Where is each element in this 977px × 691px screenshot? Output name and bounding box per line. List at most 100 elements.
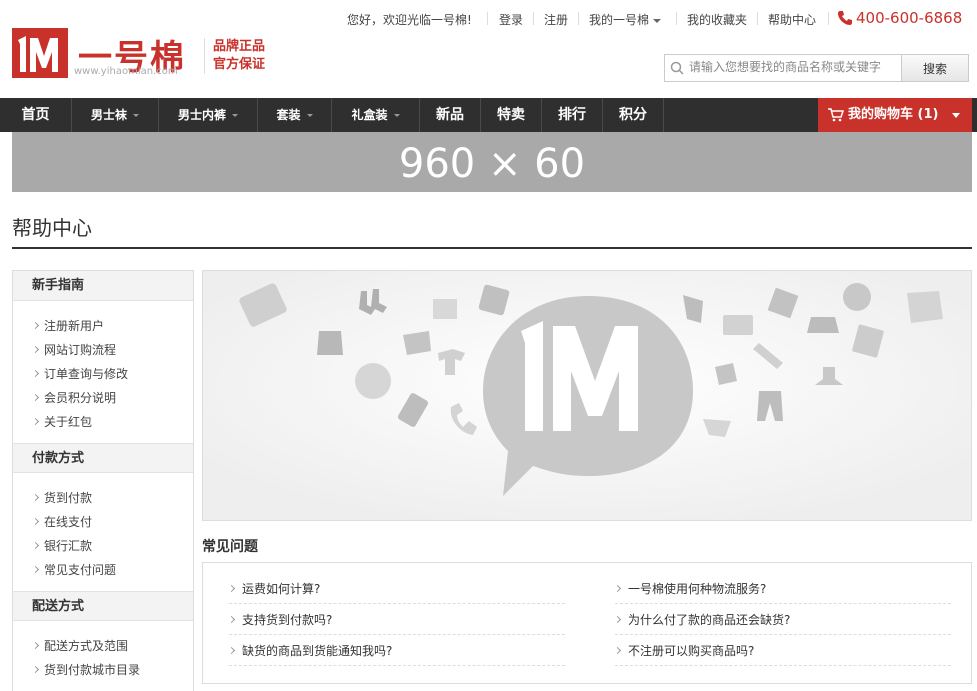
phone-icon: [838, 11, 852, 25]
sidebar-link[interactable]: 货到付款城市目录: [31, 661, 141, 678]
chevron-right-icon: [31, 393, 40, 402]
chevron-down-icon: [232, 114, 238, 117]
sidebar-link[interactable]: 常见支付问题: [31, 561, 117, 578]
nav-label: 男士袜: [90, 108, 127, 122]
sidebar-link[interactable]: 银行汇款: [31, 537, 93, 554]
search-bar: 搜索: [664, 54, 970, 82]
faq-item[interactable]: 不注册可以购买商品吗?: [613, 642, 754, 659]
search-button[interactable]: 搜索: [901, 54, 969, 82]
chevron-right-icon: [613, 646, 622, 655]
login-link[interactable]: 登录: [499, 11, 523, 28]
my-account-menu[interactable]: 我的一号棉: [589, 11, 662, 28]
chevron-right-icon: [613, 584, 622, 593]
sidebar-link-label: 银行汇款: [44, 539, 93, 553]
nav-new[interactable]: 新品: [420, 98, 481, 132]
nav-points[interactable]: 积分: [603, 98, 664, 132]
faq-item[interactable]: 为什么付了款的商品还会缺货?: [613, 611, 791, 628]
nav-mens-socks[interactable]: 男士袜: [72, 98, 159, 132]
sidebar-heading: 配送方式: [13, 591, 193, 621]
chevron-down-icon: [306, 114, 313, 117]
sidebar-link-label: 货到付款城市目录: [44, 663, 141, 677]
nav-label: 男士内裤: [177, 108, 226, 122]
nav-label: 特卖: [497, 107, 525, 123]
hero-graphic: [203, 271, 971, 520]
faq-item[interactable]: 缺货的商品到货能通知我吗?: [227, 642, 392, 659]
divider: [757, 12, 758, 25]
chevron-right-icon: [31, 321, 40, 330]
cart-icon: [828, 108, 844, 122]
chevron-down-icon: [133, 114, 139, 117]
sidebar-link[interactable]: 会员积分说明: [31, 389, 116, 406]
divider: [615, 665, 951, 666]
sidebar-link[interactable]: 关于红包: [31, 413, 93, 430]
slogan-line: 官方保证: [213, 57, 266, 72]
divider: [676, 12, 677, 25]
smiley-icon: [355, 363, 391, 399]
sidebar-link-label: 关于红包: [44, 415, 93, 429]
ad-banner-placeholder[interactable]: 960 × 60: [12, 132, 972, 192]
nav-ranking[interactable]: 排行: [542, 98, 603, 132]
nav-sets[interactable]: 套装: [258, 98, 332, 132]
sidebar-link[interactable]: 订单查询与修改: [31, 365, 129, 382]
help-sidebar: 新手指南 注册新用户 网站订购流程 订单查询与修改 会员积分说明 关于红包 付款…: [12, 270, 194, 691]
chevron-right-icon: [31, 541, 40, 550]
nav-home[interactable]: 首页: [0, 98, 72, 132]
sidebar-link-label: 在线支付: [44, 515, 93, 529]
chevron-right-icon: [227, 646, 236, 655]
chevron-right-icon: [31, 417, 40, 426]
divider: [229, 665, 565, 666]
delivery-truck-icon: [723, 315, 753, 335]
boxes-icon: [715, 363, 737, 385]
chevron-right-icon: [227, 615, 236, 624]
sidebar-link[interactable]: 配送方式及范围: [31, 637, 128, 654]
chevron-right-icon: [31, 641, 40, 650]
divider: [615, 603, 951, 604]
sidebar-link[interactable]: 注册新用户: [31, 317, 105, 334]
chevron-right-icon: [31, 565, 40, 574]
search-field[interactable]: [664, 54, 903, 82]
brand-url: www.yihaomian.com: [74, 66, 178, 77]
favorites-link[interactable]: 我的收藏夹: [687, 11, 747, 28]
cart-label: 我的购物车 (1): [848, 107, 939, 122]
page-title: 帮助中心: [12, 216, 92, 240]
slogan-line: 品牌正品: [213, 39, 266, 54]
register-link[interactable]: 注册: [544, 11, 568, 28]
cart-button[interactable]: 我的购物车 (1): [818, 98, 972, 132]
sidebar-link[interactable]: 网站订购流程: [31, 341, 116, 358]
divider: [578, 12, 579, 25]
main-nav: 首页 男士袜 男士内裤 套装 礼盒装 新品 特卖 排行 积分 我的购物车 (1): [0, 98, 977, 132]
chevron-right-icon: [31, 517, 40, 526]
divider: [615, 634, 951, 635]
sidebar-link-label: 货到付款: [44, 491, 93, 505]
faq-item[interactable]: 支持货到付款吗?: [227, 611, 332, 628]
nav-sale[interactable]: 特卖: [481, 98, 542, 132]
sidebar-link-label: 常见支付问题: [44, 563, 117, 577]
basket-icon: [403, 331, 431, 355]
faq-question: 为什么付了款的商品还会缺货?: [628, 613, 791, 627]
help-link[interactable]: 帮助中心: [768, 11, 816, 28]
faq-item[interactable]: 一号棉使用何种物流服务?: [613, 580, 766, 597]
info-icon: [843, 283, 871, 311]
sidebar-link[interactable]: 货到付款: [31, 489, 93, 506]
search-icon: [670, 61, 684, 75]
nav-gift-box[interactable]: 礼盒装: [332, 98, 420, 132]
sidebar-link[interactable]: 在线支付: [31, 513, 93, 530]
chevron-down-icon: [952, 113, 960, 118]
nav-label: 新品: [436, 107, 464, 123]
shopping-bag-icon: [907, 291, 943, 323]
sidebar-link-label: 注册新用户: [44, 319, 105, 333]
title-divider: [12, 247, 972, 249]
chevron-right-icon: [31, 493, 40, 502]
hotline: 400-600-6868: [837, 9, 962, 27]
faq-list: 运费如何计算? 支持货到付款吗? 缺货的商品到货能通知我吗? 一号棉使用何种物流…: [202, 562, 972, 684]
faq-title: 常见问题: [202, 539, 258, 555]
nav-mens-underwear[interactable]: 男士内裤: [159, 98, 258, 132]
faq-item[interactable]: 运费如何计算?: [227, 580, 320, 597]
sidebar-link-label: 订单查询与修改: [44, 367, 129, 381]
divider: [828, 12, 829, 25]
nav-label: 首页: [21, 107, 50, 123]
site-logo[interactable]: 一号棉 www.yihaomian.com 品牌正品 官方保证: [12, 28, 272, 84]
nav-label: 礼盒装: [351, 108, 388, 122]
search-input[interactable]: [687, 59, 901, 75]
nav-label: 排行: [558, 107, 586, 123]
